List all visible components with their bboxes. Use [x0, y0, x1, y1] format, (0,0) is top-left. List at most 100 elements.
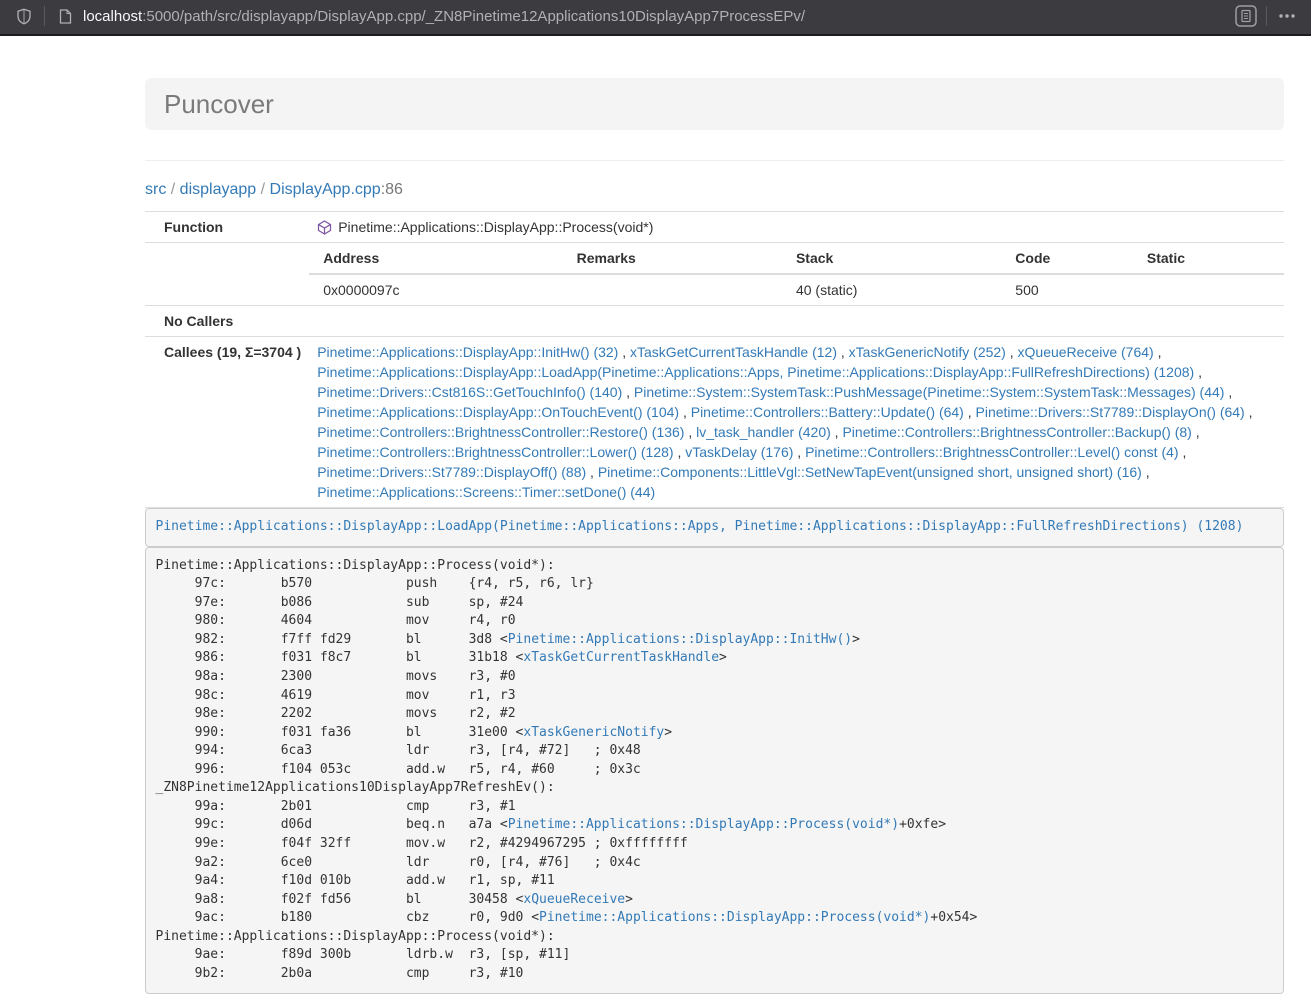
stats-value-address: 0x0000097c — [309, 274, 562, 305]
stats-header-stack: Stack — [782, 243, 1001, 274]
shield-icon[interactable] — [10, 3, 38, 29]
code-line: 9a2: 6ce0 ldr r0, [r4, #76] ; 0x4c — [156, 854, 1274, 873]
code-line: 982: f7ff fd29 bl 3d8 <Pinetime::Applica… — [156, 631, 1274, 650]
more-menu-button[interactable] — [1273, 3, 1301, 29]
stats-row: AddressRemarksStackCodeStatic 0x0000097c… — [145, 243, 1284, 306]
callee-link[interactable]: Pinetime::Applications::DisplayApp::Load… — [317, 364, 1194, 380]
callees-row: Callees (19, Σ=3704 ) Pinetime::Applicat… — [145, 337, 1284, 508]
stats-value-remarks — [563, 274, 782, 305]
callee-separator: , — [1179, 444, 1187, 460]
reader-view-button[interactable] — [1232, 3, 1260, 29]
breadcrumb-link-displayapp[interactable]: displayapp — [180, 181, 257, 198]
callee-separator: , — [837, 344, 849, 360]
page-container: Puncover src / displayapp / DisplayApp.c… — [145, 78, 1284, 994]
callee-link[interactable]: vTaskDelay (176) — [685, 444, 793, 460]
highlighted-symbol-link[interactable]: Pinetime::Applications::DisplayApp::Load… — [156, 519, 1244, 534]
stats-value-static — [1133, 274, 1284, 305]
callee-link[interactable]: xTaskGenericNotify (252) — [849, 344, 1006, 360]
divider — [145, 160, 1284, 161]
callee-link[interactable]: Pinetime::Applications::DisplayApp::OnTo… — [317, 404, 679, 420]
callee-link[interactable]: Pinetime::System::SystemTask::PushMessag… — [634, 384, 1225, 400]
code-line: 98c: 4619 mov r1, r3 — [156, 687, 1274, 706]
code-line: 996: f104 053c add.w r5, r4, #60 ; 0x3c — [156, 761, 1274, 780]
code-line: Pinetime::Applications::DisplayApp::Proc… — [156, 928, 1274, 947]
code-line: 9b2: 2b0a cmp r3, #10 — [156, 965, 1274, 984]
callee-link[interactable]: xTaskGetCurrentTaskHandle (12) — [630, 344, 837, 360]
code-symbol-link[interactable]: Pinetime::Applications::DisplayApp::Proc… — [508, 817, 899, 832]
callee-link[interactable]: Pinetime::Drivers::St7789::DisplayOff() … — [317, 464, 586, 480]
reader-view-icon — [1235, 5, 1257, 27]
browser-toolbar: localhost:5000/path/src/displayapp/Displ… — [0, 0, 1311, 36]
code-line: 990: f031 fa36 bl 31e00 <xTaskGenericNot… — [156, 724, 1274, 743]
callee-separator: , — [684, 424, 696, 440]
callee-separator: , — [1245, 404, 1253, 420]
callee-separator: , — [586, 464, 598, 480]
callee-link[interactable]: Pinetime::Controllers::BrightnessControl… — [805, 444, 1178, 460]
callee-link[interactable]: Pinetime::Applications::Screens::Timer::… — [317, 484, 655, 500]
code-line: 99c: d06d beq.n a7a <Pinetime::Applicati… — [156, 816, 1274, 835]
callee-link[interactable]: Pinetime::Controllers::BrightnessControl… — [317, 444, 673, 460]
callee-separator: , — [1192, 424, 1200, 440]
stats-header-row: AddressRemarksStackCodeStatic — [309, 243, 1284, 274]
url-path: :5000/path/src/displayapp/DisplayApp.cpp… — [142, 8, 805, 25]
callee-separator: , — [1224, 384, 1232, 400]
toolbar-divider — [44, 6, 45, 26]
callee-link[interactable]: Pinetime::Components::LittleVgl::SetNewT… — [598, 464, 1142, 480]
callee-separator: , — [1006, 344, 1018, 360]
callees-cell: Pinetime::Applications::DisplayApp::Init… — [309, 337, 1284, 508]
code-line: 986: f031 f8c7 bl 31b18 <xTaskGetCurrent… — [156, 649, 1274, 668]
code-line: 9a8: f02f fd56 bl 30458 <xQueueReceive> — [156, 891, 1274, 910]
code-line: 9a4: f10d 010b add.w r1, sp, #11 — [156, 872, 1274, 891]
breadcrumb-line-number: :86 — [381, 181, 403, 198]
callee-link[interactable]: Pinetime::Drivers::Cst816S::GetTouchInfo… — [317, 384, 622, 400]
callee-separator: , — [674, 444, 686, 460]
callee-separator: , — [622, 384, 634, 400]
callee-separator: , — [1154, 344, 1162, 360]
callee-link[interactable]: Pinetime::Controllers::BrightnessControl… — [842, 424, 1191, 440]
callee-separator: , — [679, 404, 691, 420]
toolbar-divider — [1266, 6, 1267, 26]
code-line: 97c: b570 push {r4, r5, r6, lr} — [156, 575, 1274, 594]
disassembly-block: Pinetime::Applications::DisplayApp::Proc… — [145, 547, 1284, 994]
stats-header-static: Static — [1133, 243, 1284, 274]
callee-link[interactable]: Pinetime::Controllers::BrightnessControl… — [317, 424, 684, 440]
code-line: 99e: f04f 32ff mov.w r2, #4294967295 ; 0… — [156, 835, 1274, 854]
callee-link[interactable]: Pinetime::Controllers::Battery::Update()… — [691, 404, 964, 420]
code-line: Pinetime::Applications::DisplayApp::Proc… — [156, 557, 1274, 576]
function-row: Function Pinetime::Applications::Display… — [145, 212, 1284, 243]
url-bar[interactable]: localhost:5000/path/src/displayapp/Displ… — [79, 8, 1232, 25]
callee-link[interactable]: Pinetime::Applications::DisplayApp::Init… — [317, 344, 618, 360]
code-symbol-link[interactable]: Pinetime::Applications::DisplayApp::Init… — [508, 632, 852, 647]
page-icon — [51, 3, 79, 29]
callers-row: No Callers — [145, 306, 1284, 337]
code-line: 98a: 2300 movs r3, #0 — [156, 668, 1274, 687]
breadcrumb: src / displayapp / DisplayApp.cpp:86 — [145, 180, 1284, 200]
code-symbol-link[interactable]: xQueueReceive — [523, 892, 625, 907]
code-symbol-link[interactable]: xTaskGenericNotify — [523, 725, 664, 740]
stats-table: AddressRemarksStackCodeStatic 0x0000097c… — [309, 243, 1284, 305]
callee-separator: , — [618, 344, 630, 360]
code-line: _ZN8Pinetime12Applications10DisplayApp7R… — [156, 779, 1274, 798]
code-symbol-link[interactable]: Pinetime::Applications::DisplayApp::Proc… — [539, 910, 930, 925]
function-table: Function Pinetime::Applications::Display… — [145, 211, 1284, 508]
code-line: 99a: 2b01 cmp r3, #1 — [156, 798, 1274, 817]
code-line: 97e: b086 sub sp, #24 — [156, 594, 1274, 613]
code-symbol-link[interactable]: xTaskGetCurrentTaskHandle — [523, 650, 719, 665]
code-line: 98e: 2202 movs r2, #2 — [156, 705, 1274, 724]
callee-separator: , — [1142, 464, 1150, 480]
code-line: 994: 6ca3 ldr r3, [r4, #72] ; 0x48 — [156, 742, 1274, 761]
cube-icon — [317, 220, 332, 235]
callee-link[interactable]: Pinetime::Drivers::St7789::DisplayOn() (… — [976, 404, 1245, 420]
breadcrumb-link-src[interactable]: src — [145, 181, 166, 198]
url-host: localhost — [83, 8, 142, 25]
code-line: 9ae: f89d 300b ldrb.w r3, [sp, #11] — [156, 946, 1274, 965]
stats-header-code: Code — [1001, 243, 1133, 274]
code-line: 9ac: b180 cbz r0, 9d0 <Pinetime::Applica… — [156, 909, 1274, 928]
callee-link[interactable]: xQueueReceive (764) — [1018, 344, 1154, 360]
function-label: Function — [145, 212, 309, 243]
breadcrumb-separator: / — [166, 181, 179, 198]
breadcrumb-link-displayapp-cpp[interactable]: DisplayApp.cpp — [270, 181, 381, 198]
callee-link[interactable]: lv_task_handler (420) — [696, 424, 831, 440]
more-menu-icon — [1279, 14, 1295, 18]
no-callers-label: No Callers — [145, 306, 309, 337]
